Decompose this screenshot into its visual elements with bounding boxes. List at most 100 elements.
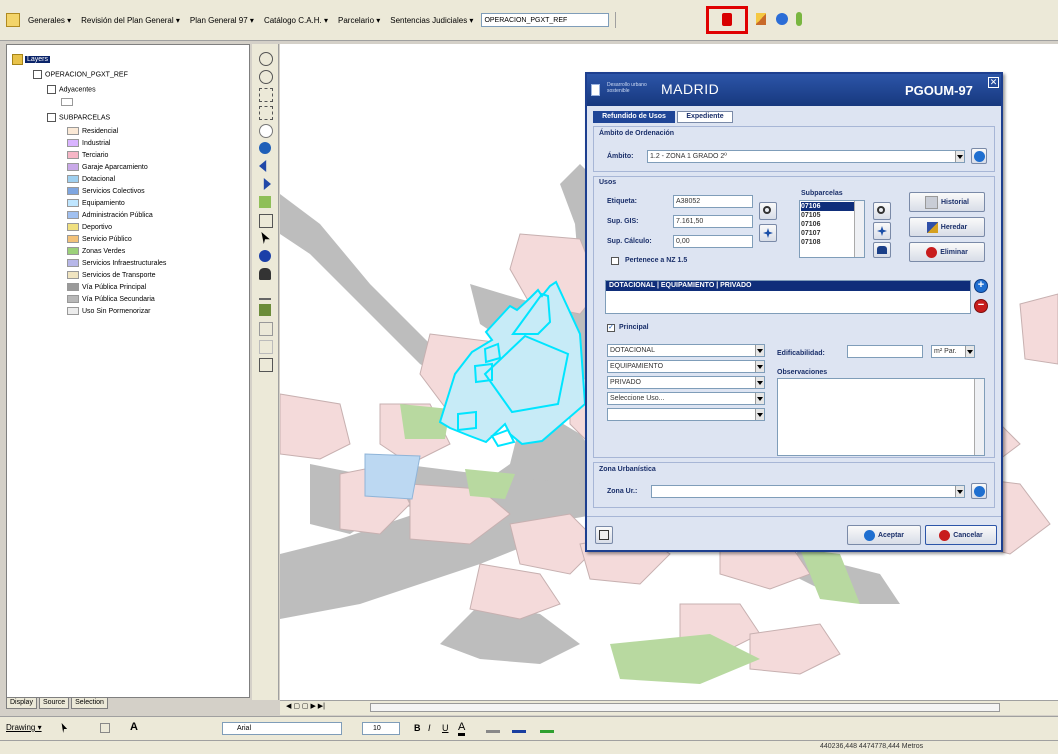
fixed-zoom-out-icon[interactable] xyxy=(259,106,273,120)
italic-button[interactable]: I xyxy=(428,723,431,733)
bold-button[interactable]: B xyxy=(414,723,421,733)
checkbox-icon[interactable] xyxy=(47,113,56,122)
layout-icon[interactable] xyxy=(259,358,273,372)
find-icon[interactable] xyxy=(259,268,271,280)
legend-label: Terciario xyxy=(82,151,109,159)
add-uso-button[interactable]: + xyxy=(974,279,988,293)
list-item[interactable]: DOTACIONAL | EQUIPAMIENTO | PRIVADO xyxy=(606,281,970,291)
uso-select-2[interactable]: EQUIPAMIENTO xyxy=(607,360,765,373)
empty-swatch xyxy=(61,98,76,106)
pencil-icon[interactable] xyxy=(756,13,766,25)
observaciones-textarea[interactable] xyxy=(777,378,985,456)
page-nav-controls[interactable]: ◀ ▢ ▢ ▶ ▶| xyxy=(286,702,325,710)
legend-swatch xyxy=(67,271,79,279)
menu-revision-plan[interactable]: Revisión del Plan General ▾ xyxy=(79,15,182,26)
layer-subparcelas[interactable]: SUBPARCELAS xyxy=(47,113,110,122)
uso-select-4[interactable]: Seleccione Uso... xyxy=(607,392,765,405)
edit-icon[interactable] xyxy=(259,322,273,336)
search-etiqueta-button[interactable] xyxy=(759,202,777,220)
fixed-zoom-in-icon[interactable] xyxy=(259,88,273,102)
eliminar-button[interactable]: Eliminar xyxy=(909,242,985,262)
marker-color-icon[interactable] xyxy=(540,723,554,733)
heredar-button[interactable]: Heredar xyxy=(909,217,985,237)
legend-swatch xyxy=(67,139,79,147)
menu-plan-general-97[interactable]: Plan General 97 ▾ xyxy=(188,15,256,26)
historial-button[interactable]: Historial xyxy=(909,192,985,212)
menu-generales[interactable]: Generales ▾ xyxy=(26,15,73,26)
fill-color-icon[interactable] xyxy=(486,723,500,733)
zoom-in-icon[interactable] xyxy=(259,52,273,66)
ambito-locate-button[interactable] xyxy=(971,148,987,164)
drawing-menu[interactable]: Drawing ▾ xyxy=(6,723,42,732)
zona-locate-button[interactable] xyxy=(971,483,987,499)
uso-list[interactable]: DOTACIONAL | EQUIPAMIENTO | PRIVADO xyxy=(605,280,971,314)
aceptar-button[interactable]: Aceptar xyxy=(847,525,921,545)
principal-checkbox[interactable]: ✓ xyxy=(607,324,615,332)
uso-select-3[interactable]: PRIVADO xyxy=(607,376,765,389)
uso-select-5[interactable] xyxy=(607,408,765,421)
layer-group[interactable]: OPERACION_PGXT_REF xyxy=(33,70,128,79)
menu-parcelario[interactable]: Parcelario ▾ xyxy=(336,15,382,26)
print-button[interactable] xyxy=(595,526,613,544)
close-icon[interactable]: ✕ xyxy=(988,77,999,88)
select-elements-icon[interactable] xyxy=(61,723,68,733)
remove-uso-button[interactable]: − xyxy=(974,299,988,313)
line-color-icon[interactable] xyxy=(512,723,526,733)
zoom-out-icon[interactable] xyxy=(259,70,273,84)
search-subparcela-button[interactable] xyxy=(873,202,891,220)
font-size-select[interactable]: 10 xyxy=(362,722,400,735)
refresh-icon[interactable] xyxy=(259,196,271,208)
locate-subparcela-button[interactable] xyxy=(873,222,891,240)
legend-item: Industrial xyxy=(67,139,110,147)
full-extent-icon[interactable] xyxy=(259,142,271,154)
legend-item: Uso Sin Pormenorizar xyxy=(67,307,150,315)
observaciones-scrollbar[interactable] xyxy=(974,379,984,455)
forward-icon[interactable] xyxy=(263,178,271,190)
uso-select-1[interactable]: DOTACIONAL xyxy=(607,344,765,357)
folder-icon[interactable] xyxy=(6,13,20,27)
subparcelas-list[interactable]: 07106 07105 07106 07107 07108 xyxy=(799,200,865,258)
legend-swatch xyxy=(67,127,79,135)
text-tool-icon[interactable]: A xyxy=(130,721,138,733)
subparcelas-scrollbar[interactable] xyxy=(854,201,864,257)
globe-icon[interactable] xyxy=(776,13,788,25)
hyperlink-icon[interactable] xyxy=(259,304,271,316)
menu-sentencias[interactable]: Sentencias Judiciales ▾ xyxy=(388,15,475,26)
layer-adyacentes[interactable]: Adyacentes xyxy=(47,85,96,94)
rectangle-icon[interactable] xyxy=(100,723,110,733)
info-icon[interactable] xyxy=(259,250,271,262)
underline-button[interactable]: U xyxy=(442,723,449,733)
locate-etiqueta-button[interactable] xyxy=(759,224,777,242)
crosshair-icon xyxy=(763,228,773,238)
layers-root[interactable]: Layers xyxy=(12,54,51,65)
tab-expediente[interactable]: Expediente xyxy=(677,111,733,123)
pan-icon[interactable] xyxy=(259,124,273,138)
edificabilidad-field[interactable] xyxy=(847,345,923,358)
pointer-icon[interactable] xyxy=(261,232,270,244)
sup-gis-field[interactable]: 7.161,50 xyxy=(673,215,753,228)
sup-gis-label: Sup. GIS: xyxy=(607,218,639,225)
etiqueta-field[interactable]: A38052 xyxy=(673,195,753,208)
menu-catalogo[interactable]: Catálogo C.A.H. ▾ xyxy=(262,15,330,26)
cancelar-button[interactable]: Cancelar xyxy=(925,525,997,545)
back-icon[interactable] xyxy=(259,160,267,172)
measure-icon[interactable] xyxy=(259,286,271,300)
select-icon[interactable] xyxy=(259,214,273,228)
edificabilidad-unit-select[interactable]: m² Par. xyxy=(931,345,975,358)
zona-select[interactable] xyxy=(651,485,965,498)
checkbox-icon[interactable] xyxy=(33,70,42,79)
tab-display[interactable]: Display xyxy=(6,697,37,709)
horizontal-scrollbar[interactable] xyxy=(370,703,1000,712)
pin-icon[interactable] xyxy=(796,12,802,26)
font-color-button[interactable]: A xyxy=(458,721,466,736)
people-button[interactable] xyxy=(873,242,891,258)
ambito-select[interactable]: 1.2 - ZONA 1 GRADO 2º xyxy=(647,150,965,163)
sup-calculo-field[interactable]: 0,00 xyxy=(673,235,753,248)
tab-selection[interactable]: Selection xyxy=(71,697,108,709)
checkbox-icon[interactable] xyxy=(47,85,56,94)
tab-refundido-usos[interactable]: Refundido de Usos xyxy=(593,111,675,123)
layer-combo[interactable]: OPERACION_PGXT_REF xyxy=(481,13,610,27)
tab-source[interactable]: Source xyxy=(38,697,70,709)
pertenece-checkbox[interactable] xyxy=(611,257,619,265)
font-family-select[interactable]: Arial xyxy=(222,722,342,735)
